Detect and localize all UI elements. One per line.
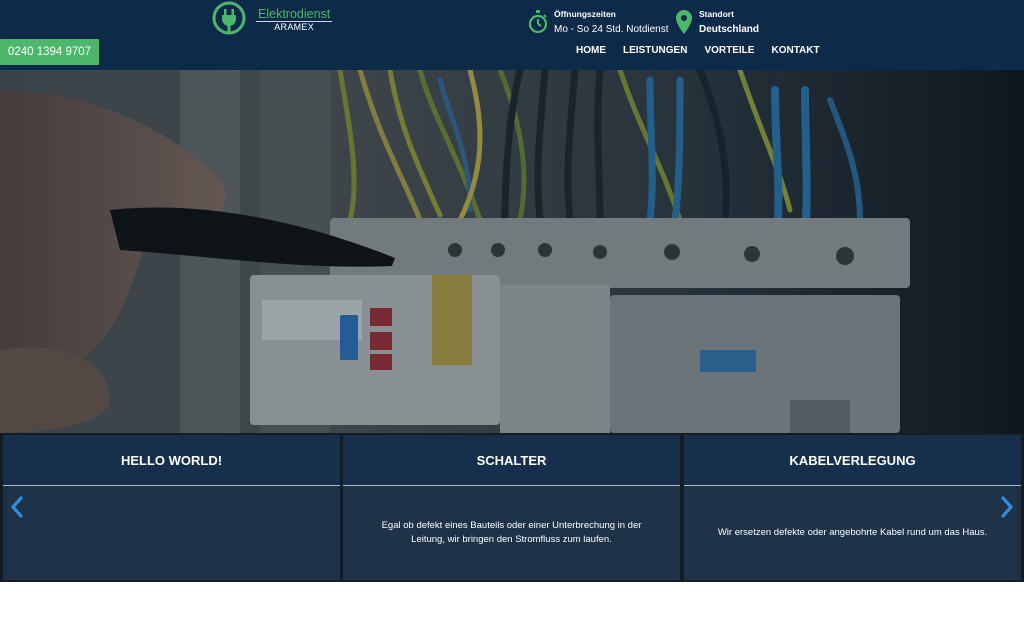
opening-hours-value: Mo - So 24 Std. Notdienst (554, 24, 669, 35)
card-title: HELLO WORLD! (3, 435, 340, 486)
service-card-1[interactable]: HELLO WORLD! (3, 435, 340, 580)
card-title: SCHALTER (343, 435, 680, 486)
site-header: Elektrodienst ARAMEX 0240 1394 9707 Öffn… (0, 0, 1024, 70)
stopwatch-icon (528, 10, 548, 34)
plug-icon (212, 1, 246, 35)
nav-leistungen[interactable]: LEISTUNGEN (623, 45, 687, 56)
logo[interactable]: Elektrodienst ARAMEX (212, 1, 333, 35)
location-value: Deutschland (699, 24, 760, 35)
nav-home[interactable]: HOME (576, 45, 606, 56)
nav-kontakt[interactable]: KONTAKT (771, 45, 819, 56)
location: Standort Deutschland (675, 9, 759, 37)
card-title: KABELVERLEGUNG (684, 435, 1021, 486)
opening-hours: Öffnungszeiten Mo - So 24 Std. Notdienst (528, 9, 669, 37)
carousel-prev-icon[interactable] (9, 494, 25, 520)
carousel-next-icon[interactable] (999, 494, 1015, 520)
map-pin-icon (676, 10, 692, 34)
electrician-fuse-box-photo (0, 70, 1024, 433)
service-cards: HELLO WORLD! SCHALTER Egal ob defekt ein… (0, 433, 1024, 582)
card-text: Wir ersetzen defekte oder angebohrte Kab… (717, 527, 988, 538)
location-label: Standort (699, 9, 734, 19)
logo-title: Elektrodienst (256, 7, 333, 22)
card-text (3, 486, 340, 580)
logo-subtitle: ARAMEX (274, 22, 315, 32)
hero-image (0, 70, 1024, 433)
main-nav: HOME LEISTUNGEN VORTEILE KONTAKT (576, 45, 837, 56)
nav-vorteile[interactable]: VORTEILE (704, 45, 754, 56)
card-text: Egal ob defekt eines Bauteils oder einer… (381, 520, 642, 545)
service-card-3[interactable]: KABELVERLEGUNG Wir ersetzen defekte oder… (684, 435, 1021, 580)
opening-hours-label: Öffnungszeiten (554, 9, 616, 19)
service-card-2[interactable]: SCHALTER Egal ob defekt eines Bauteils o… (343, 435, 680, 580)
phone-button[interactable]: 0240 1394 9707 (0, 39, 99, 65)
